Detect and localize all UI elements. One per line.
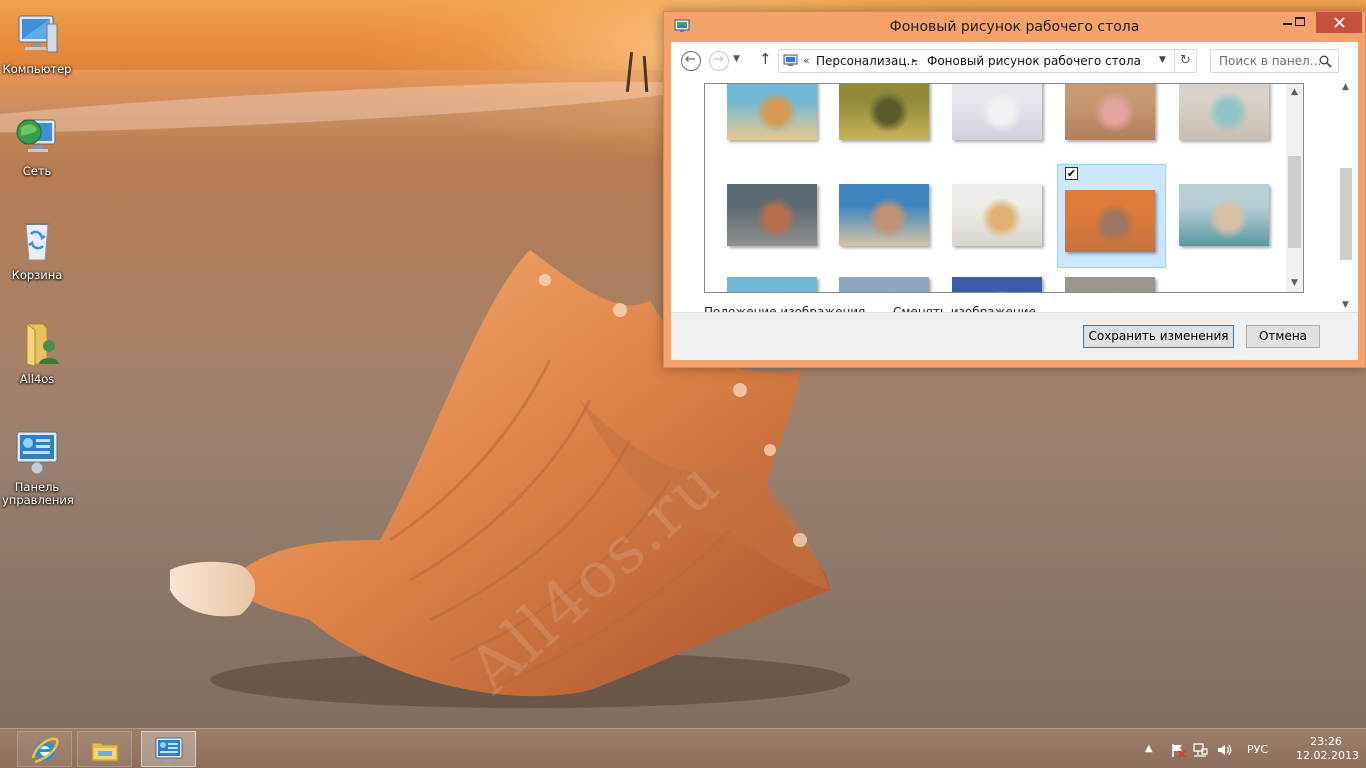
network-status-icon[interactable] <box>1192 742 1208 758</box>
tray-expand-icon[interactable]: ▲ <box>1145 743 1161 759</box>
forward-button[interactable]: → <box>709 51 729 71</box>
maximize-icon <box>1295 17 1305 26</box>
user-folder-icon <box>26 323 59 367</box>
wallpaper-thumbnail-golden-shells[interactable] <box>839 84 929 140</box>
wallpaper-thumbnail-shells-on-beach[interactable] <box>727 184 817 246</box>
desktop-background-window: Фоновый рисунок рабочего стола ← → ▼ ↑ «… <box>663 11 1366 368</box>
search-box[interactable]: Поиск в панел... <box>1210 49 1339 73</box>
window-scrollbar[interactable]: ▲ ▼ <box>1337 80 1354 312</box>
breadcrumb-personalization[interactable]: Персонализац... <box>816 54 918 68</box>
close-button[interactable] <box>1316 12 1362 33</box>
change-picture-label: Сменять изображение <box>893 305 1036 312</box>
scroll-down-icon[interactable]: ▼ <box>1286 278 1303 288</box>
taskbar: ▲ РУС 23:26 12.02.2013 <box>0 728 1366 768</box>
taskbar-file-explorer[interactable] <box>77 731 132 767</box>
desktop-icon-label: Корзина <box>11 268 63 282</box>
search-icon <box>1319 55 1332 68</box>
wallpaper-thumbnail-turquoise-sea[interactable] <box>727 277 817 292</box>
picture-position-label: Положение изображения <box>704 305 866 312</box>
scroll-up-icon[interactable]: ▲ <box>1337 82 1354 92</box>
control-panel-icon <box>155 737 183 762</box>
breadcrumb-desktop-background[interactable]: Фоновый рисунок рабочего стола <box>927 54 1141 68</box>
address-bar[interactable]: « Персонализац... ► Фоновый рисунок рабо… <box>778 49 1175 73</box>
gallery-scrollbar[interactable]: ▲ ▼ <box>1286 84 1303 292</box>
control-panel-icon <box>16 431 58 475</box>
minimize-icon <box>1283 23 1292 25</box>
address-dropdown-icon[interactable]: ▼ <box>1159 55 1166 65</box>
wallpaper-thumbnail-pink-shell-sand[interactable] <box>1065 84 1155 140</box>
network-icon <box>16 119 56 152</box>
wallpaper-thumbnail-grey-sand[interactable] <box>1065 277 1155 292</box>
taskbar-internet-explorer[interactable] <box>17 731 72 767</box>
desktop-icon-label: Панель управления <box>2 480 74 507</box>
window-content: ← → ▼ ↑ « Персонализац... ► Фоновый рису… <box>671 42 1358 360</box>
wallpaper-thumbnail-pastel-shells[interactable] <box>952 84 1042 140</box>
window-titlebar[interactable]: Фоновый рисунок рабочего стола <box>664 12 1365 42</box>
back-arrow-icon: ← <box>685 52 696 67</box>
search-placeholder: Поиск в панел... <box>1219 54 1322 68</box>
wallpaper-thumbnail-conch-surf[interactable] <box>1179 184 1269 246</box>
back-button[interactable]: ← <box>681 51 701 71</box>
clock-time: 23:26 <box>1310 735 1342 748</box>
recycle-bin-icon <box>25 223 49 261</box>
desktop-icon-label: All4os <box>19 372 55 386</box>
taskbar-control-panel[interactable] <box>141 731 196 767</box>
breadcrumb-overflow[interactable]: « <box>803 54 810 67</box>
desktop-icon-label: Компьютер <box>2 62 72 76</box>
desktop-icon-computer[interactable]: Компьютер <box>0 10 74 76</box>
desktop-icon-recycle-bin[interactable]: Корзина <box>0 216 74 282</box>
gallery-scroll-thumb[interactable] <box>1288 156 1301 248</box>
wallpaper-thumbnail-conch-sunset[interactable] <box>1065 190 1155 252</box>
wallpaper-thumbnail-white-shells-sand[interactable] <box>1179 84 1269 140</box>
control-panel-small-icon <box>783 54 798 66</box>
desktop-icon-label: Сеть <box>22 164 52 178</box>
scroll-up-icon[interactable]: ▲ <box>1286 87 1303 97</box>
window-title: Фоновый рисунок рабочего стола <box>889 19 1140 35</box>
desktop-icon-network[interactable]: Сеть <box>0 112 74 178</box>
computer-icon <box>18 15 58 53</box>
scroll-down-icon[interactable]: ▼ <box>1337 300 1354 310</box>
save-changes-button[interactable]: Сохранить изменения <box>1083 325 1234 348</box>
folder-icon <box>91 742 119 762</box>
navigation-bar: ← → ▼ ↑ « Персонализац... ► Фоновый рису… <box>671 42 1358 80</box>
action-center-flag-icon[interactable] <box>1170 742 1186 758</box>
thumbnail-checkbox[interactable]: ✔ <box>1065 167 1078 180</box>
close-icon <box>1334 17 1345 28</box>
wallpaper-thumbnail-starfish-shells[interactable] <box>727 84 817 140</box>
up-button[interactable]: ↑ <box>759 50 772 68</box>
wallpaper-thumbnail-conch-on-ocean[interactable] <box>839 184 929 246</box>
desktop-icon-user-folder[interactable]: All4os <box>0 320 74 386</box>
clock-date: 12.02.2013 <box>1296 749 1359 762</box>
clock[interactable]: 23:26 12.02.2013 <box>1296 735 1359 763</box>
wallpaper-gallery: ✔ ▲ ▼ <box>704 83 1304 293</box>
dialog-footer: Сохранить изменения Отмена <box>671 312 1358 360</box>
refresh-button[interactable]: ↻ <box>1175 49 1197 73</box>
maximize-button[interactable] <box>1295 12 1316 33</box>
wallpaper-thumbnail-blue-pebbles[interactable] <box>839 277 929 292</box>
ie-icon <box>31 737 59 764</box>
wallpaper-thumbnail-deep-blue[interactable] <box>952 277 1042 292</box>
refresh-icon: ↻ <box>1180 53 1191 68</box>
wallpaper-thumbnail-white-sand-starfish[interactable] <box>952 184 1042 246</box>
desktop-icon-control-panel[interactable]: Панель управления <box>0 428 74 507</box>
cancel-button[interactable]: Отмена <box>1246 325 1320 348</box>
forward-arrow-icon: → <box>713 52 724 67</box>
recent-locations-button[interactable]: ▼ <box>733 54 740 64</box>
input-language-indicator[interactable]: РУС <box>1247 743 1268 756</box>
volume-icon[interactable] <box>1216 742 1232 758</box>
breadcrumb-separator-icon[interactable]: ► <box>912 56 918 65</box>
window-scroll-thumb[interactable] <box>1340 168 1352 260</box>
